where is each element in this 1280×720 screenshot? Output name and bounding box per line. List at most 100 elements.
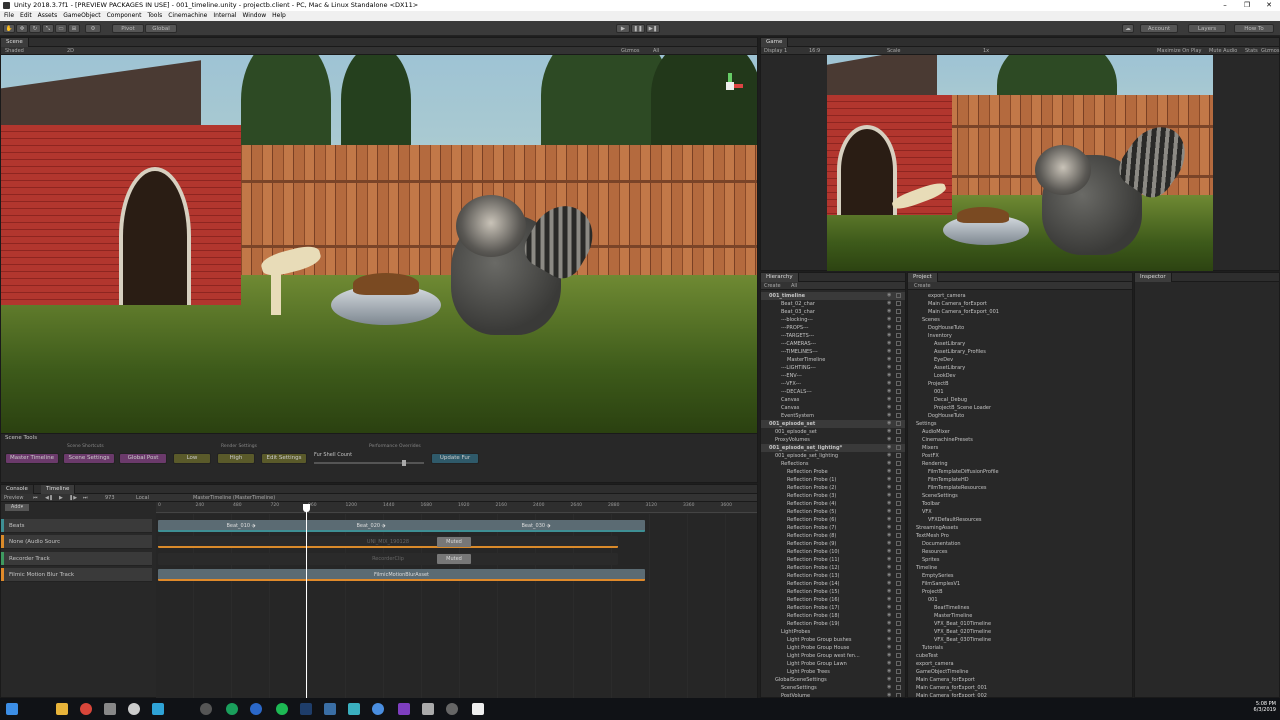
hierarchy-row[interactable]: Light Probe Group Lawn ◉ [761,660,905,668]
menu-item[interactable]: File [4,11,14,21]
hierarchy-row[interactable]: Reflection Probe (18) ◉ [761,612,905,620]
tab-hierarchy[interactable]: Hierarchy [761,273,799,282]
hierarchy-row[interactable]: Beat_02_char ◉ [761,300,905,308]
project-row[interactable]: EmptySeries [908,572,1132,580]
visibility-eye-icon[interactable]: ◉ [887,429,892,434]
rotate-tool-icon[interactable]: ↻ [29,24,41,33]
visibility-eye-icon[interactable]: ◉ [887,477,892,482]
app-icon[interactable] [446,703,458,715]
pick-toggle-checkbox[interactable] [896,397,901,402]
project-row[interactable]: EyeDev [908,356,1132,364]
local-toggle[interactable]: Local [136,494,149,502]
hierarchy-row[interactable]: Reflection Probe (16) ◉ [761,596,905,604]
menu-item[interactable]: Help [272,11,286,21]
project-row[interactable]: SceneSettings [908,492,1132,500]
scene-gizmo-icon[interactable] [717,73,743,99]
visibility-eye-icon[interactable]: ◉ [887,501,892,506]
visibility-eye-icon[interactable]: ◉ [887,389,892,394]
pick-toggle-checkbox[interactable] [896,565,901,570]
visibility-eye-icon[interactable]: ◉ [887,365,892,370]
master-timeline-button[interactable]: Master Timeline [5,453,59,464]
visibility-eye-icon[interactable]: ◉ [887,557,892,562]
hierarchy-row[interactable]: 001_timeline ◉ [761,292,905,300]
pick-toggle-checkbox[interactable] [896,333,901,338]
pick-toggle-checkbox[interactable] [896,549,901,554]
track-recorder[interactable]: Recorder Track [1,552,152,566]
menu-item[interactable]: Edit [20,11,32,21]
hierarchy-row[interactable]: ---VFX--- ◉ [761,380,905,388]
visibility-eye-icon[interactable]: ◉ [887,309,892,314]
project-row[interactable]: Mixers [908,444,1132,452]
hierarchy-row[interactable]: ---LIGHTING--- ◉ [761,364,905,372]
shading-dropdown[interactable]: Shaded [5,47,24,55]
visibility-eye-icon[interactable]: ◉ [887,325,892,330]
pick-toggle-checkbox[interactable] [896,685,901,690]
project-row[interactable]: VFX_Beat_020Timeline [908,628,1132,636]
project-row[interactable]: Timeline [908,564,1132,572]
project-row[interactable]: VFX_Beat_010Timeline [908,620,1132,628]
project-row[interactable]: FilmTemplateHD [908,476,1132,484]
layers-dropdown[interactable]: Layers [1188,24,1226,33]
project-row[interactable]: Inventory [908,332,1132,340]
pick-toggle-checkbox[interactable] [896,477,901,482]
visibility-eye-icon[interactable]: ◉ [887,301,892,306]
pick-toggle-checkbox[interactable] [896,357,901,362]
pick-toggle-checkbox[interactable] [896,525,901,530]
scale-tool-icon[interactable]: ⤡ [42,24,54,33]
hierarchy-row[interactable]: ---TIMELINES--- ◉ [761,348,905,356]
hierarchy-row[interactable]: ---DECALS--- ◉ [761,388,905,396]
pick-toggle-checkbox[interactable] [896,437,901,442]
hierarchy-row[interactable]: GlobalSceneSettings ◉ [761,676,905,684]
project-row[interactable]: Main Camera_forExport [908,300,1132,308]
visibility-eye-icon[interactable]: ◉ [887,413,892,418]
hierarchy-row[interactable]: ProxyVolumes ◉ [761,436,905,444]
scene-search-input[interactable]: All [653,47,659,55]
hierarchy-row[interactable]: Reflection Probe (3) ◉ [761,492,905,500]
game-gizmos-dropdown[interactable]: Gizmos [1261,47,1279,55]
hierarchy-row[interactable]: Reflection Probe (14) ◉ [761,580,905,588]
project-row[interactable]: ProjectB_Scene Loader [908,404,1132,412]
minimize-button[interactable]: – [1214,0,1236,11]
project-row[interactable]: GameObjectTimeline [908,668,1132,676]
track-filmic[interactable]: Filmic Motion Blur Track [1,568,152,582]
project-row[interactable]: ProjectB [908,588,1132,596]
hierarchy-row[interactable]: Reflection Probe (9) ◉ [761,540,905,548]
goto-end-icon[interactable]: ⏭ [83,494,88,502]
clip-beat-020[interactable]: Beat_020 ⬗ [331,520,411,532]
app-icon[interactable] [226,703,238,715]
visibility-eye-icon[interactable]: ◉ [887,629,892,634]
visibility-eye-icon[interactable]: ◉ [887,621,892,626]
project-row[interactable]: ProjectB [908,380,1132,388]
pick-toggle-checkbox[interactable] [896,501,901,506]
global-post-button[interactable]: Global Post [119,453,167,464]
project-row[interactable]: Sprites [908,556,1132,564]
visibility-eye-icon[interactable]: ◉ [887,565,892,570]
photoshop-icon[interactable] [300,703,312,715]
visibility-eye-icon[interactable]: ◉ [887,341,892,346]
project-row[interactable]: VFX_Beat_030Timeline [908,636,1132,644]
clip-audio[interactable]: UNI_MIX_190128 [158,536,618,548]
project-row[interactable]: FilmTemplateResources [908,484,1132,492]
hierarchy-row[interactable]: Canvas ◉ [761,404,905,412]
display-dropdown[interactable]: Display 1 [764,47,787,55]
hierarchy-search-input[interactable]: All [791,282,797,290]
visibility-eye-icon[interactable]: ◉ [887,597,892,602]
hierarchy-row[interactable]: Light Probe Trees ◉ [761,668,905,676]
pick-toggle-checkbox[interactable] [896,317,901,322]
hierarchy-row[interactable]: LightProbes ◉ [761,628,905,636]
visibility-eye-icon[interactable]: ◉ [887,685,892,690]
pick-toggle-checkbox[interactable] [896,405,901,410]
visibility-eye-icon[interactable]: ◉ [887,485,892,490]
close-button[interactable]: ✕ [1258,0,1280,11]
visibility-eye-icon[interactable]: ◉ [887,373,892,378]
hierarchy-row[interactable]: MasterTimeline ◉ [761,356,905,364]
visibility-eye-icon[interactable]: ◉ [887,677,892,682]
fur-shell-slider[interactable] [314,460,424,466]
project-row[interactable]: Main Camera_forExport_001 [908,684,1132,692]
visibility-eye-icon[interactable]: ◉ [887,453,892,458]
pick-toggle-checkbox[interactable] [896,517,901,522]
menu-item[interactable]: Assets [38,11,58,21]
visibility-eye-icon[interactable]: ◉ [887,509,892,514]
tab-project[interactable]: Project [908,273,938,282]
pick-toggle-checkbox[interactable] [896,325,901,330]
